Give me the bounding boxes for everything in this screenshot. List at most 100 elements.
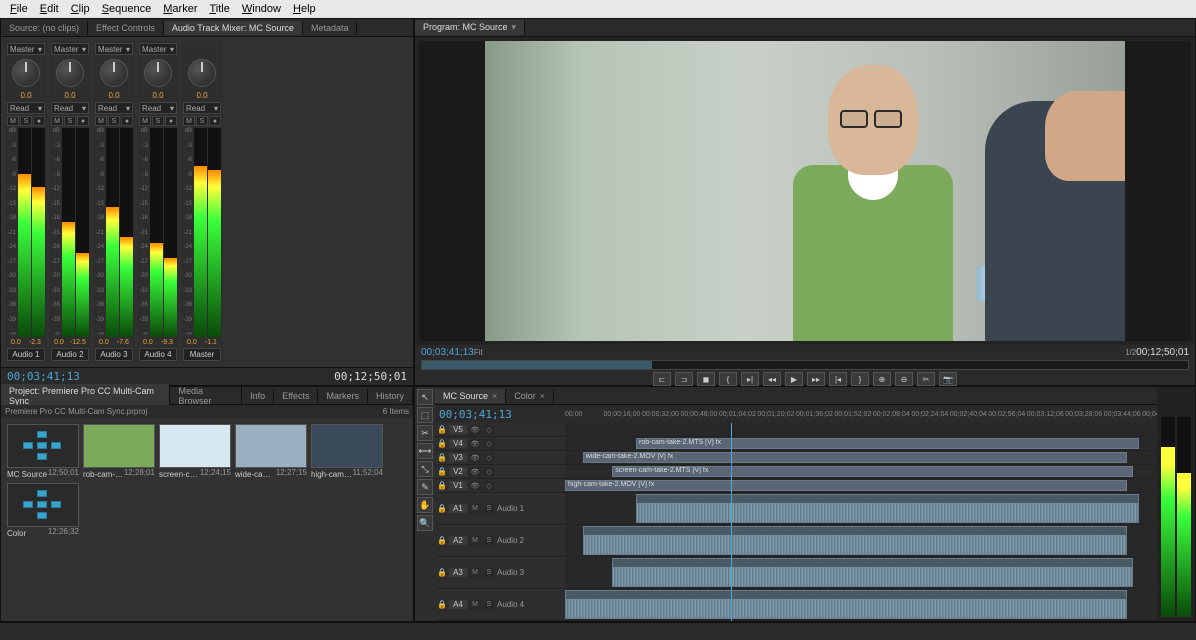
pan-knob[interactable] bbox=[144, 59, 172, 87]
transport-button-9[interactable]: } bbox=[851, 372, 869, 386]
tool-5[interactable]: ✎ bbox=[417, 479, 433, 495]
video-track-row[interactable] bbox=[565, 423, 1157, 437]
project-item[interactable]: MC Source12;50;01 bbox=[7, 424, 79, 479]
timeline-ruler[interactable]: 00;0000;00;16;0000;00;32;0000;00;48;0000… bbox=[565, 405, 1157, 423]
project-tab[interactable]: Info bbox=[242, 389, 274, 403]
record-button[interactable]: ● bbox=[121, 116, 133, 126]
source-tabs[interactable]: Source: (no clips)Effect ControlsAudio T… bbox=[1, 19, 413, 37]
channel-label[interactable]: Audio 1 bbox=[7, 348, 45, 361]
record-button[interactable]: ● bbox=[77, 116, 89, 126]
lock-icon[interactable]: 🔒 bbox=[437, 481, 447, 491]
lock-icon[interactable]: 🔒 bbox=[437, 467, 447, 477]
monitor-tc-left[interactable]: 00;03;41;13 bbox=[421, 347, 474, 358]
timeline-tab[interactable]: Color× bbox=[506, 389, 554, 403]
source-tab[interactable]: Audio Track Mixer: MC Source bbox=[164, 21, 303, 35]
channel-label[interactable]: Master bbox=[183, 348, 221, 361]
track-id[interactable]: A4 bbox=[449, 600, 467, 609]
tool-4[interactable]: ⤡ bbox=[417, 461, 433, 477]
transport-button-4[interactable]: ▸| bbox=[741, 372, 759, 386]
pan-value[interactable]: 0.0 bbox=[196, 91, 207, 100]
automation-mode[interactable]: Read▾ bbox=[139, 102, 177, 114]
audio-track-row[interactable] bbox=[565, 525, 1157, 557]
audio-track-row[interactable] bbox=[565, 589, 1157, 621]
audio-track-row[interactable] bbox=[565, 493, 1157, 525]
tool-2[interactable]: ✂ bbox=[417, 425, 433, 441]
transport-button-13[interactable]: 📷 bbox=[939, 372, 957, 386]
project-item[interactable]: rob-cam-take-2...12;28;01 bbox=[83, 424, 155, 479]
program-tabs[interactable]: Program: MC Source▾ bbox=[415, 19, 1195, 37]
menu-sequence[interactable]: Sequence bbox=[96, 3, 158, 15]
project-tab[interactable]: Media Browser bbox=[170, 384, 242, 408]
transport-button-2[interactable]: ◼ bbox=[697, 372, 715, 386]
toggle-icon[interactable]: 👁 bbox=[469, 425, 481, 435]
tool-7[interactable]: 🔍 bbox=[417, 515, 433, 531]
project-tabs[interactable]: Project: Premiere Pro CC Multi-Cam SyncM… bbox=[1, 387, 413, 405]
menu-clip[interactable]: Clip bbox=[65, 3, 96, 15]
project-tab[interactable]: Markers bbox=[318, 389, 368, 403]
record-button[interactable]: ● bbox=[209, 116, 221, 126]
mute-button[interactable]: M bbox=[51, 116, 63, 126]
channel-output[interactable]: Master▾ bbox=[51, 43, 89, 55]
source-tab[interactable]: Source: (no clips) bbox=[1, 21, 88, 35]
timeline-tc[interactable]: 00;03;41;13 bbox=[439, 408, 512, 421]
pan-knob[interactable] bbox=[100, 59, 128, 87]
menu-file[interactable]: File bbox=[4, 3, 34, 15]
mute-button[interactable]: M bbox=[7, 116, 19, 126]
project-tab[interactable]: Effects bbox=[274, 389, 318, 403]
channel-output[interactable]: Master▾ bbox=[95, 43, 133, 55]
track-id[interactable]: V2 bbox=[449, 467, 467, 476]
video-clip[interactable]: wide-cam-take-2.MOV [V] fx bbox=[583, 452, 1128, 463]
solo-icon[interactable]: S bbox=[483, 536, 495, 546]
track-id[interactable]: V1 bbox=[449, 481, 467, 490]
transport-button-3[interactable]: { bbox=[719, 372, 737, 386]
pan-knob[interactable] bbox=[56, 59, 84, 87]
mute-button[interactable]: M bbox=[183, 116, 195, 126]
mute-icon[interactable]: M bbox=[469, 600, 481, 610]
project-item[interactable]: Color12;26;32 bbox=[7, 483, 79, 538]
video-track-row[interactable]: screen-cam-take-2.MTS [V] fx bbox=[565, 465, 1157, 479]
lock-icon[interactable]: 🔒 bbox=[437, 439, 447, 449]
transport-button-5[interactable]: ◂◂ bbox=[763, 372, 781, 386]
solo-button[interactable]: S bbox=[152, 116, 164, 126]
timeline-tabs[interactable]: MC Source×Color× bbox=[435, 387, 1157, 405]
program-tab[interactable]: Program: MC Source▾ bbox=[415, 20, 525, 35]
pan-value[interactable]: 0.0 bbox=[64, 91, 75, 100]
track-id[interactable]: V5 bbox=[449, 425, 467, 434]
channel-output[interactable]: Master▾ bbox=[139, 43, 177, 55]
project-item[interactable]: wide-cam-take-2...12;27;15 bbox=[235, 424, 307, 479]
lock-icon[interactable]: 🔒 bbox=[437, 536, 447, 546]
toggle-icon[interactable]: 👁 bbox=[469, 439, 481, 449]
monitor-fit[interactable]: Fit bbox=[474, 348, 483, 357]
video-track-header[interactable]: 🔒V2👁◇ bbox=[435, 465, 565, 479]
channel-output[interactable]: Master▾ bbox=[7, 43, 45, 55]
menu-title[interactable]: Title bbox=[203, 3, 235, 15]
project-tab[interactable]: Project: Premiere Pro CC Multi-Cam Sync bbox=[1, 384, 170, 408]
record-button[interactable]: ● bbox=[165, 116, 177, 126]
transport-button-7[interactable]: ▸▸ bbox=[807, 372, 825, 386]
lock-icon[interactable]: 🔒 bbox=[437, 600, 447, 610]
transport-button-8[interactable]: |◂ bbox=[829, 372, 847, 386]
source-tab[interactable]: Metadata bbox=[303, 21, 358, 35]
video-track-header[interactable]: 🔒V5👁◇ bbox=[435, 423, 565, 437]
pan-value[interactable]: 0.0 bbox=[108, 91, 119, 100]
channel-label[interactable]: Audio 4 bbox=[139, 348, 177, 361]
mute-button[interactable]: M bbox=[139, 116, 151, 126]
project-item[interactable]: high-cam-take-2...11;52;04 bbox=[311, 424, 383, 479]
toggle-icon[interactable]: 👁 bbox=[469, 453, 481, 463]
solo-button[interactable]: S bbox=[108, 116, 120, 126]
tool-6[interactable]: ✋ bbox=[417, 497, 433, 513]
audio-clip[interactable] bbox=[583, 526, 1128, 555]
channel-label[interactable]: Audio 2 bbox=[51, 348, 89, 361]
toggle-icon[interactable]: 👁 bbox=[469, 481, 481, 491]
tool-0[interactable]: ↖ bbox=[417, 389, 433, 405]
mute-icon[interactable]: M bbox=[469, 568, 481, 578]
transport-button-10[interactable]: ⊕ bbox=[873, 372, 891, 386]
playhead[interactable] bbox=[731, 423, 732, 621]
mute-icon[interactable]: M bbox=[469, 536, 481, 546]
pan-value[interactable]: 0.0 bbox=[152, 91, 163, 100]
mixer-tc-in[interactable]: 00;03;41;13 bbox=[7, 370, 80, 383]
video-clip[interactable]: rob-cam-take-2.MTS [V] fx bbox=[636, 438, 1139, 449]
track-id[interactable]: A1 bbox=[449, 504, 467, 513]
pan-value[interactable]: 0.0 bbox=[20, 91, 31, 100]
automation-mode[interactable]: Read▾ bbox=[95, 102, 133, 114]
